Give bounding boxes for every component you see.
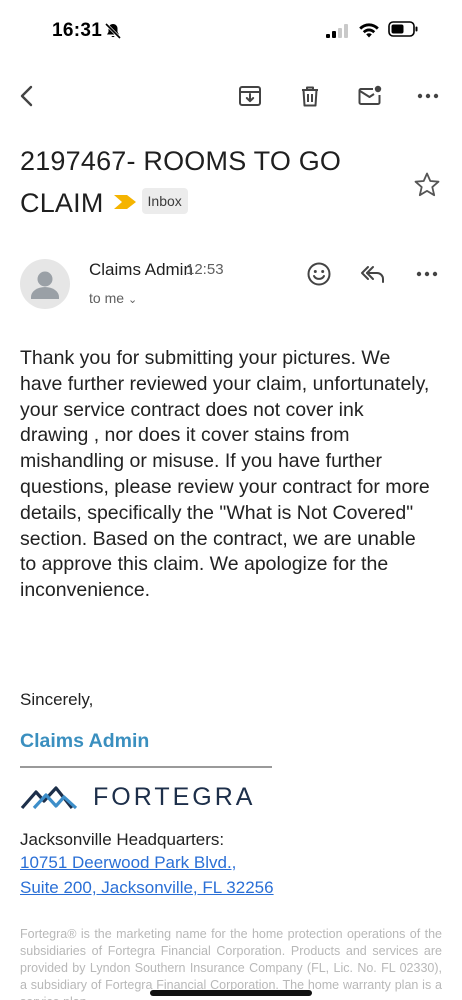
status-time: 16:31	[52, 20, 103, 41]
cellular-signal-icon	[326, 24, 348, 38]
hq-label: Jacksonville Headquarters:	[20, 830, 225, 849]
sender-row: Claims Admin 12:53 to me ⌄	[0, 255, 462, 315]
legal-disclaimer: Fortegra® is the marketing name for the …	[20, 927, 442, 1000]
reply-all-icon	[361, 266, 384, 283]
email-subject: 2197467- ROOMS TO GO CLAIM Inbox	[20, 140, 400, 224]
avatar[interactable]	[20, 259, 70, 309]
closing-text: Sincerely,	[20, 690, 94, 709]
logo-wordmark: FORTEGRA	[93, 783, 256, 811]
more-horizontal-icon	[416, 271, 438, 277]
star-icon[interactable]	[412, 170, 442, 200]
more-horizontal-icon	[417, 93, 439, 99]
mark-unread-button[interactable]	[352, 78, 388, 114]
signature-divider	[20, 766, 272, 768]
sender-name[interactable]: Claims Admin	[89, 260, 193, 280]
address-link-line-1[interactable]: 10751 Deerwood Park Blvd.,	[20, 853, 236, 873]
recipient-details-toggle[interactable]: to me ⌄	[89, 290, 137, 306]
delete-button[interactable]	[292, 78, 328, 114]
email-body: Thank you for submitting your pictures. …	[20, 347, 430, 602]
mark-unread-icon	[358, 85, 382, 105]
trash-icon	[302, 86, 318, 107]
back-arrow-icon	[20, 85, 33, 107]
wifi-icon	[359, 23, 379, 38]
email-toolbar	[0, 78, 462, 118]
archive-icon	[239, 86, 261, 106]
more-options-button[interactable]	[410, 78, 446, 114]
chevron-down-icon: ⌄	[128, 294, 138, 306]
status-bar: 16:31	[0, 0, 462, 60]
sent-time: 12:53	[186, 261, 224, 278]
recipient-label: to me	[89, 290, 125, 306]
reaction-button[interactable]	[302, 257, 336, 291]
message-more-button[interactable]	[410, 257, 444, 291]
emoji-smile-icon	[307, 262, 331, 286]
archive-button[interactable]	[232, 78, 268, 114]
signature-name: Claims Admin	[20, 730, 150, 752]
importance-marker-icon	[113, 194, 136, 209]
subject-line-1: 2197467- ROOMS TO GO	[20, 146, 342, 176]
fortegra-mountain-mark-icon	[20, 786, 78, 810]
inbox-label-chip[interactable]: Inbox	[141, 187, 188, 214]
back-button[interactable]	[10, 78, 46, 114]
subject-line-2: CLAIM	[20, 188, 104, 218]
fortegra-logo: FORTEGRA	[20, 780, 280, 814]
battery-icon	[388, 21, 418, 37]
bell-slash-icon	[104, 22, 122, 40]
home-indicator[interactable]	[150, 990, 312, 996]
reply-all-button[interactable]	[356, 257, 390, 291]
person-placeholder-icon	[31, 271, 59, 299]
address-link-line-2[interactable]: Suite 200, Jacksonville, FL 32256	[20, 878, 274, 898]
